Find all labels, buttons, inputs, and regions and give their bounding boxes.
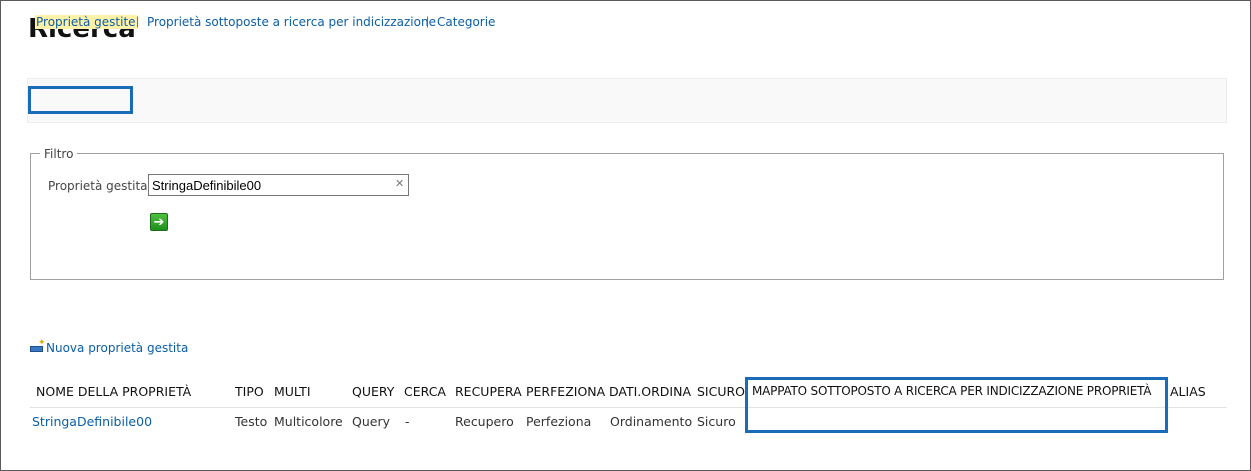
cell-search: - <box>405 414 410 429</box>
column-header-mapped-crawled[interactable]: MAPPATO SOTTOPOSTO A RICERCA PER INDICIZ… <box>752 384 1152 398</box>
filter-fieldset <box>30 153 1224 280</box>
property-name-link[interactable]: StringaDefinibile00 <box>32 414 152 429</box>
property-nav-bar <box>27 78 1227 123</box>
managed-property-filter-input[interactable] <box>148 174 409 196</box>
close-icon[interactable]: ✕ <box>395 177 404 190</box>
filter-legend: Filtro <box>40 147 78 161</box>
tab-categories[interactable]: Categorie <box>437 15 495 29</box>
nav-separator: | <box>136 14 140 28</box>
arrow-right-icon: ➔ <box>153 214 165 229</box>
tab-crawled-properties[interactable]: Proprietà sottoposte a ricerca per indic… <box>147 15 436 29</box>
column-header-multi[interactable]: MULTI <box>274 384 311 399</box>
new-managed-property-link[interactable]: ✦ Nuova proprietà gestita <box>30 338 189 355</box>
column-header-refine[interactable]: PERFEZIONA <box>526 384 605 399</box>
column-header-sort[interactable]: DATI.ORDINA <box>609 384 691 399</box>
new-managed-property-label: Nuova proprietà gestita <box>46 341 189 355</box>
new-item-icon: ✦ <box>30 338 46 353</box>
column-header-type[interactable]: TIPO <box>235 384 264 399</box>
column-header-query[interactable]: QUERY <box>352 384 394 399</box>
go-button[interactable]: ➔ <box>150 213 168 231</box>
filter-label: Proprietà gestita <box>48 179 148 193</box>
tab-managed-properties[interactable]: Proprietà gestite <box>35 15 137 29</box>
column-header-retrieve[interactable]: RECUPERA <box>455 384 522 399</box>
column-header-alias[interactable]: ALIAS <box>1170 384 1206 399</box>
column-header-secure[interactable]: SICURO <box>697 384 745 399</box>
cell-type: Testo <box>235 414 268 429</box>
table-header-divider <box>30 407 1227 408</box>
cell-retrieve: Recupero <box>455 414 514 429</box>
cell-multi: Multicolore <box>274 414 343 429</box>
cell-refine: Perfeziona <box>526 414 592 429</box>
cell-query: Query <box>352 414 390 429</box>
cell-sort: Ordinamento <box>610 414 693 429</box>
column-header-search[interactable]: CERCA <box>404 384 446 399</box>
cell-secure: Sicuro <box>697 414 736 429</box>
column-header-name[interactable]: NOME DELLA PROPRIETÀ <box>36 384 191 399</box>
nav-separator: | <box>426 14 430 28</box>
